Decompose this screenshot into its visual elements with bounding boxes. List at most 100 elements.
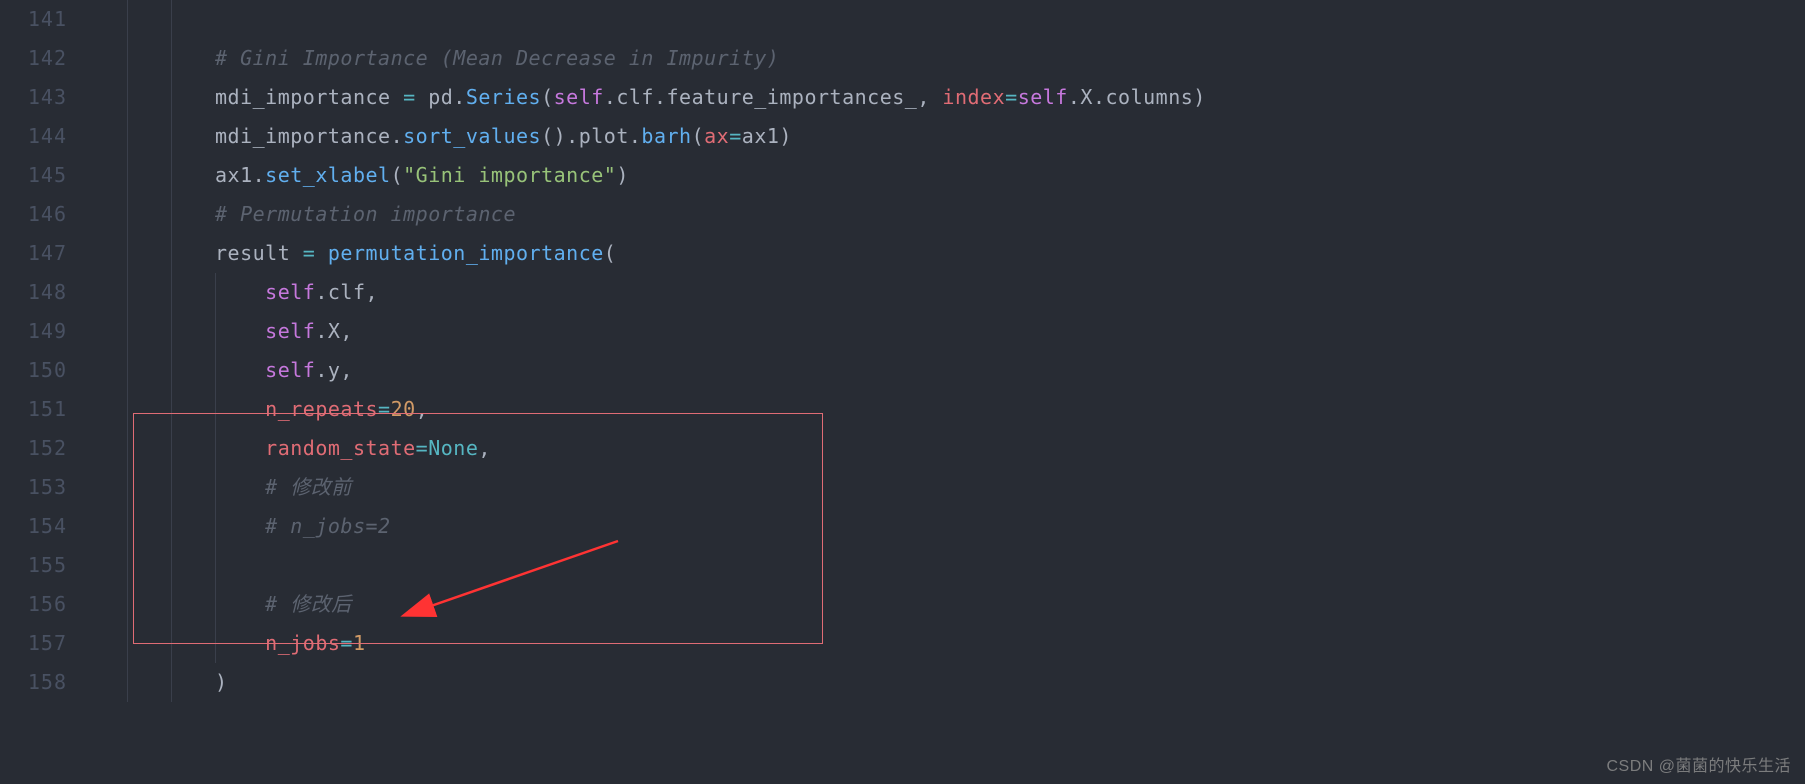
code-content[interactable]: n_jobs=1 [215, 624, 1805, 663]
code-content[interactable]: self.X, [215, 312, 1805, 351]
line-number: 151 [0, 390, 95, 429]
indent-guides [127, 117, 215, 156]
code-line[interactable]: 151 n_repeats=20, [0, 390, 1805, 429]
code-line[interactable]: 143 mdi_importance = pd.Series(self.clf.f… [0, 78, 1805, 117]
indent-guides [127, 195, 215, 234]
code-line[interactable]: 149 self.X, [0, 312, 1805, 351]
token: mdi_importance. [215, 124, 403, 148]
fold-gutter [95, 156, 127, 195]
code-content[interactable]: mdi_importance.sort_values().plot.barh(a… [215, 117, 1805, 156]
code-content[interactable]: mdi_importance = pd.Series(self.clf.feat… [215, 78, 1805, 117]
line-number: 158 [0, 663, 95, 702]
token: set_xlabel [265, 163, 390, 187]
token: # Gini Importance (Mean Decrease in Impu… [215, 46, 779, 70]
line-number: 146 [0, 195, 95, 234]
token: .X, [315, 319, 353, 343]
token: self [554, 85, 604, 109]
line-number: 144 [0, 117, 95, 156]
code-line[interactable]: 148 self.clf, [0, 273, 1805, 312]
code-content[interactable]: ax1.set_xlabel("Gini importance") [215, 156, 1805, 195]
token: permutation_importance [328, 241, 604, 265]
code-line[interactable]: 156 # 修改后 [0, 585, 1805, 624]
line-number: 149 [0, 312, 95, 351]
watermark-text: CSDN @菌菌的快乐生活 [1606, 752, 1791, 776]
code-line[interactable]: 141 [0, 0, 1805, 39]
token: sort_values [403, 124, 541, 148]
token: ax1. [215, 163, 265, 187]
code-line[interactable]: 150 self.y, [0, 351, 1805, 390]
token: ( [604, 241, 617, 265]
indent-guides [127, 507, 215, 546]
code-line[interactable]: 142 # Gini Importance (Mean Decrease in I… [0, 39, 1805, 78]
token: random_state [265, 436, 416, 460]
token: = [416, 436, 429, 460]
indent-guides [127, 234, 215, 273]
code-content[interactable]: n_repeats=20, [215, 390, 1805, 429]
code-line[interactable]: 144mdi_importance.sort_values().plot.bar… [0, 117, 1805, 156]
line-number: 154 [0, 507, 95, 546]
line-number: 155 [0, 546, 95, 585]
indent-guides [127, 429, 215, 468]
fold-gutter [95, 351, 127, 390]
code-line[interactable]: 153 # 修改前 [0, 468, 1805, 507]
code-content[interactable]: result = permutation_importance( [215, 234, 1805, 273]
token: index [942, 85, 1005, 109]
code-line[interactable]: 152 random_state=None, [0, 429, 1805, 468]
code-content[interactable] [215, 546, 1805, 585]
code-content[interactable] [215, 0, 1805, 39]
token: ax1 [742, 124, 780, 148]
code-content[interactable]: random_state=None, [215, 429, 1805, 468]
token: # Permutation importance [215, 202, 516, 226]
token: n_jobs [265, 631, 340, 655]
code-content[interactable]: # Permutation importance [215, 195, 1805, 234]
code-content[interactable]: ) [215, 663, 1805, 702]
code-line[interactable]: 158) [0, 663, 1805, 702]
code-line[interactable]: 146 # Permutation importance [0, 195, 1805, 234]
code-editor[interactable]: 141142 # Gini Importance (Mean Decrease i… [0, 0, 1805, 784]
token: ) [215, 670, 228, 694]
fold-gutter [95, 39, 127, 78]
line-number: 142 [0, 39, 95, 78]
token: .clf.feature_importances_, [604, 85, 943, 109]
token: ( [692, 124, 705, 148]
token [315, 241, 328, 265]
code-content[interactable]: # n_jobs=2 [215, 507, 1805, 546]
code-content[interactable]: # 修改后 [215, 585, 1805, 624]
token: ) [616, 163, 629, 187]
line-number: 143 [0, 78, 95, 117]
token: self [1018, 85, 1068, 109]
indent-guides [127, 546, 215, 585]
fold-gutter [95, 78, 127, 117]
code-line[interactable]: 157 n_jobs=1 [0, 624, 1805, 663]
code-line[interactable]: 147result = permutation_importance( [0, 234, 1805, 273]
indent-guides [127, 585, 215, 624]
line-number: 153 [0, 468, 95, 507]
indent-guides [127, 156, 215, 195]
fold-gutter [95, 390, 127, 429]
code-content[interactable]: # Gini Importance (Mean Decrease in Impu… [215, 39, 1805, 78]
code-line[interactable]: 145ax1.set_xlabel("Gini importance") [0, 156, 1805, 195]
code-line[interactable]: 154 # n_jobs=2 [0, 507, 1805, 546]
token: mdi_importance [215, 85, 403, 109]
token: result [215, 241, 303, 265]
code-content[interactable]: # 修改前 [215, 468, 1805, 507]
token: , [416, 397, 429, 421]
indent-guides [127, 624, 215, 663]
token: .y, [315, 358, 353, 382]
token: self [265, 319, 315, 343]
token: # 修改前 [265, 475, 352, 499]
token: = [1005, 85, 1018, 109]
code-content[interactable]: self.y, [215, 351, 1805, 390]
token: = [340, 631, 353, 655]
line-number: 148 [0, 273, 95, 312]
line-number: 157 [0, 624, 95, 663]
code-content[interactable]: self.clf, [215, 273, 1805, 312]
token: () [541, 124, 566, 148]
code-line[interactable]: 155 [0, 546, 1805, 585]
token: Series [466, 85, 541, 109]
token: # 修改后 [265, 592, 352, 616]
token: .clf, [315, 280, 378, 304]
fold-gutter [95, 312, 127, 351]
token: = [378, 397, 391, 421]
token: self [265, 280, 315, 304]
